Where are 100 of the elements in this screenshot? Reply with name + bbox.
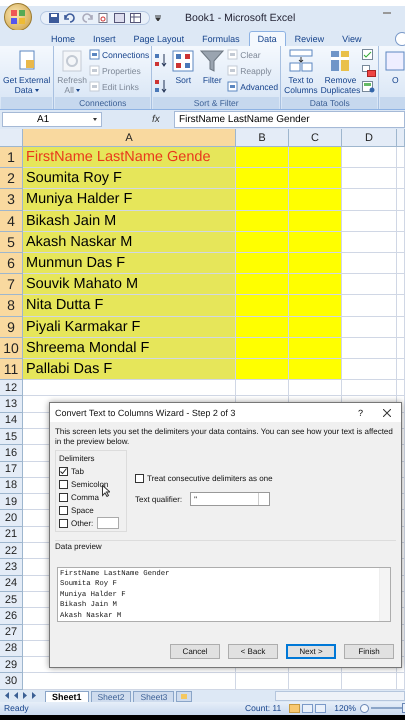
checkbox-label[interactable]: Semicolon — [71, 478, 108, 490]
help-icon[interactable] — [395, 32, 405, 46]
row-header[interactable]: 3 — [0, 189, 23, 211]
row-header[interactable]: 10 — [0, 338, 23, 359]
row-header[interactable]: 5 — [0, 232, 23, 253]
undo-icon[interactable] — [64, 13, 76, 23]
formula-field[interactable]: FirstName LastName Gender — [174, 111, 405, 128]
ribbon-button[interactable]: Get External Data — [2, 48, 52, 97]
row-header[interactable]: 18 — [0, 478, 23, 494]
horizontal-scrollbar[interactable] — [275, 690, 405, 701]
ribbon-tab[interactable]: Page Layout — [124, 31, 194, 46]
zoom-level[interactable]: 120% — [334, 703, 356, 714]
sheet-next-icon[interactable] — [22, 692, 28, 699]
row-header[interactable]: 27 — [0, 624, 23, 641]
ribbon-button[interactable]: Remove Duplicates — [320, 48, 362, 97]
table-cell: Muniya Halder F — [23, 189, 236, 211]
dialog-button[interactable]: < Back — [228, 644, 278, 659]
ribbon-button[interactable]: O — [381, 48, 405, 97]
ribbon-small-button[interactable]: Connections — [89, 48, 150, 61]
dialog-button[interactable]: Cancel — [170, 644, 220, 659]
row-header[interactable]: 13 — [0, 396, 23, 413]
row-header[interactable]: 26 — [0, 608, 23, 625]
zoom-out-icon[interactable] — [360, 704, 369, 713]
checkbox[interactable] — [59, 506, 68, 514]
ribbon-button[interactable]: Text to Columns — [283, 48, 319, 97]
table-cell: Pallabi Das F — [23, 358, 236, 380]
dialog-button[interactable]: Next > — [286, 644, 336, 659]
column-header[interactable]: A — [23, 129, 236, 147]
row-header[interactable]: 20 — [0, 510, 23, 527]
row-header[interactable]: 16 — [0, 445, 23, 462]
other-field[interactable] — [97, 517, 120, 529]
sheet-last-icon[interactable] — [31, 692, 37, 699]
ribbon-tab[interactable]: Data — [248, 31, 286, 46]
row-header[interactable]: 29 — [0, 657, 23, 674]
row-header[interactable]: 2 — [0, 168, 23, 190]
checkbox[interactable] — [59, 518, 68, 528]
slider-thumb[interactable] — [402, 703, 405, 714]
row-header[interactable]: 7 — [0, 274, 23, 296]
row-header[interactable]: 17 — [0, 462, 23, 478]
checkbox-label[interactable]: Other: — [71, 517, 94, 529]
checkbox-label[interactable]: Comma — [71, 491, 100, 503]
row-header[interactable]: 23 — [0, 559, 23, 576]
ribbon-button[interactable]: Filter — [198, 48, 226, 97]
ribbon-tab[interactable]: Review — [286, 31, 334, 46]
sheet-tab[interactable]: Sheet3 — [133, 690, 174, 702]
ribbon-tab[interactable]: Insert — [84, 31, 125, 46]
sheet-first-icon[interactable] — [4, 692, 10, 699]
row-header[interactable]: 8 — [0, 295, 23, 316]
print-preview-icon[interactable] — [98, 13, 109, 23]
office-button[interactable] — [4, 3, 32, 31]
row-header[interactable]: 11 — [0, 358, 23, 380]
insert-function-button[interactable]: fx — [152, 114, 170, 125]
row-header[interactable]: 15 — [0, 428, 23, 446]
ribbon-small-button[interactable]: Advanced — [227, 80, 278, 93]
checkbox[interactable] — [59, 492, 68, 502]
table-icon[interactable] — [130, 13, 141, 23]
ribbon-tab[interactable]: Formulas — [193, 31, 249, 46]
checkbox[interactable] — [59, 480, 68, 488]
row-header[interactable]: 9 — [0, 316, 23, 338]
table-question-icon[interactable] — [362, 80, 376, 92]
sort-descending-icon[interactable] — [154, 78, 168, 94]
row-header[interactable]: 4 — [0, 210, 23, 232]
ribbon-tab[interactable]: Home — [42, 31, 84, 46]
sheet-previous-icon[interactable] — [13, 692, 19, 699]
checkbox-label[interactable]: Treat consecutive delimiters as one — [147, 472, 273, 484]
row-header[interactable]: 6 — [0, 252, 23, 274]
row-header[interactable]: 14 — [0, 412, 23, 429]
table-arrow-icon[interactable] — [362, 64, 376, 76]
row-header[interactable]: 1 — [0, 147, 23, 168]
save-icon[interactable] — [49, 13, 59, 23]
row-header[interactable]: 30 — [0, 673, 23, 690]
name-box[interactable]: A1 — [2, 112, 102, 127]
ribbon-tab[interactable]: View — [333, 31, 370, 46]
help-button[interactable]: ? — [358, 408, 363, 418]
column-header[interactable]: D — [342, 129, 397, 147]
row-header[interactable]: 19 — [0, 494, 23, 510]
checkbox[interactable] — [59, 466, 68, 476]
column-header[interactable]: B — [236, 129, 289, 147]
customize-toolbar-icon[interactable] — [155, 15, 161, 21]
checkbox-label[interactable]: Tab — [71, 465, 84, 477]
sort-ascending-icon[interactable] — [154, 52, 168, 68]
qualifier-dropdown[interactable]: " — [190, 492, 270, 506]
column-header[interactable]: C — [289, 129, 342, 147]
row-header[interactable]: 28 — [0, 640, 23, 658]
ribbon-button[interactable]: Sort — [169, 48, 198, 97]
form-icon[interactable] — [114, 13, 125, 23]
close-icon[interactable] — [383, 408, 391, 416]
checkbox-label[interactable]: Space — [71, 504, 94, 516]
row-header[interactable]: 22 — [0, 543, 23, 560]
row-header[interactable]: 24 — [0, 576, 23, 592]
checkbox[interactable] — [135, 474, 144, 482]
view-button[interactable] — [302, 704, 314, 713]
vertical-scrollbar[interactable] — [379, 568, 390, 621]
row-header[interactable]: 25 — [0, 592, 23, 608]
sheet-tab[interactable]: Sheet1 — [45, 690, 89, 702]
sheet-tab[interactable]: Sheet2 — [90, 690, 132, 702]
row-header[interactable]: 12 — [0, 380, 23, 396]
view-button[interactable] — [315, 704, 326, 713]
dialog-button[interactable]: Finish — [344, 644, 394, 659]
row-header[interactable]: 21 — [0, 526, 23, 544]
